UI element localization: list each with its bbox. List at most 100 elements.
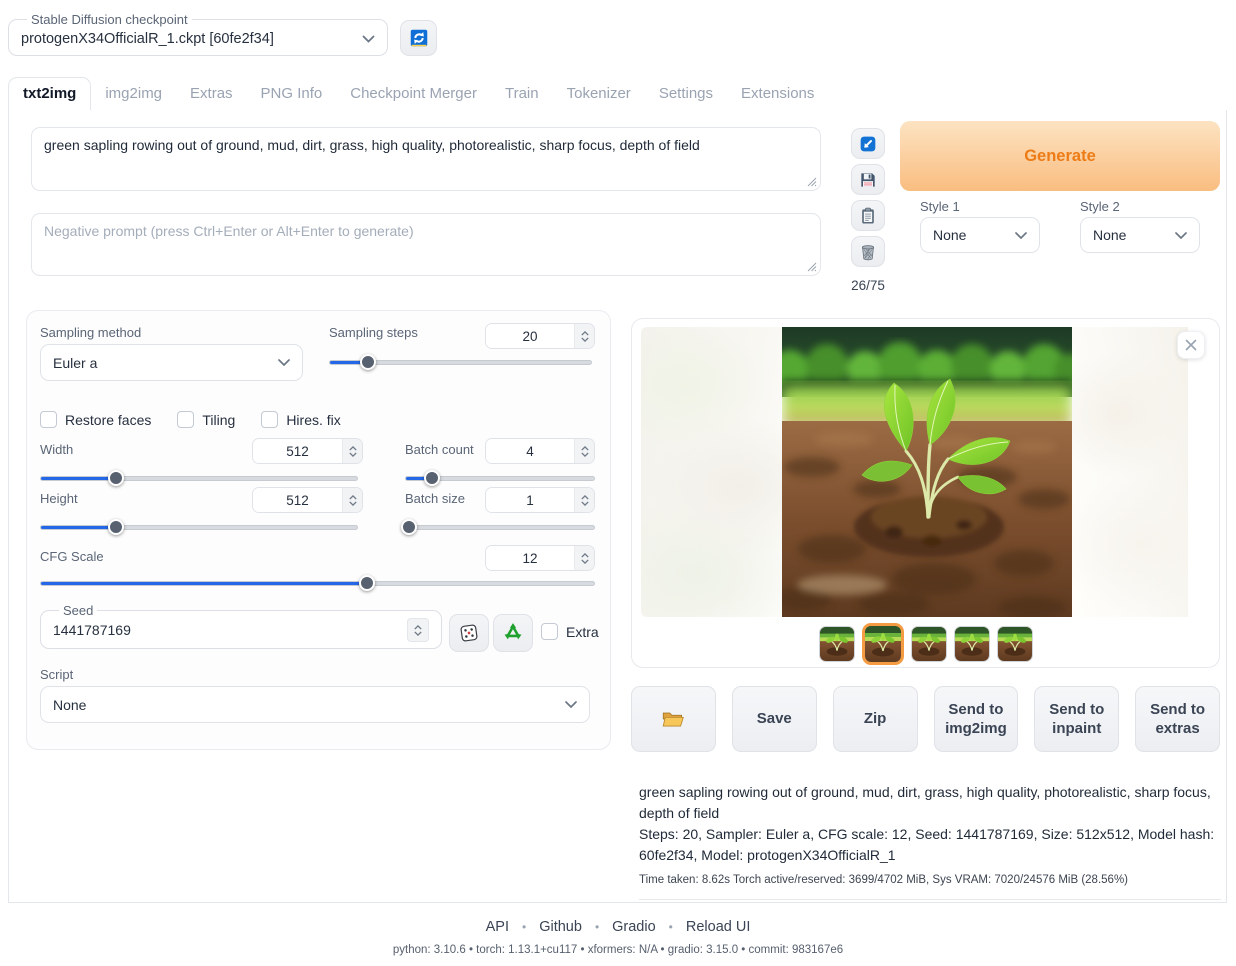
cfg-scale-label: CFG Scale [40, 549, 104, 564]
spinner-down-icon [581, 559, 589, 564]
gallery-thumbnail-5[interactable] [997, 626, 1033, 662]
random-seed-button[interactable] [449, 614, 489, 652]
main-tabs: txt2img img2img Extras PNG Info Checkpoi… [8, 76, 1227, 111]
width-label: Width [40, 442, 73, 457]
gallery-thumbnail-4[interactable] [954, 626, 990, 662]
style1-dropdown[interactable]: None [920, 217, 1040, 253]
script-dropdown[interactable]: None [40, 686, 590, 723]
save-image-button[interactable]: Save [732, 686, 817, 752]
extra-seed-checkbox[interactable]: Extra [541, 623, 599, 640]
cfg-scale-input[interactable] [486, 546, 574, 570]
width-input[interactable] [253, 439, 342, 463]
style1-value: None [933, 227, 966, 243]
chevron-down-icon [278, 359, 290, 366]
batch-size-input[interactable] [486, 488, 574, 512]
checkpoint-selector-group: Stable Diffusion checkpoint protogenX34O… [8, 12, 388, 56]
sampling-method-value: Euler a [53, 355, 97, 371]
batch-count-input[interactable] [486, 439, 574, 463]
send-to-img2img-button[interactable]: Send to img2img [934, 686, 1019, 752]
footer-link-reload-ui[interactable]: Reload UI [686, 919, 750, 935]
tab-img2img[interactable]: img2img [91, 77, 176, 110]
generated-image-sapling[interactable] [782, 327, 1072, 617]
spinner-up-icon [414, 625, 422, 630]
thumbnail-image [865, 626, 901, 662]
token-counter: 26/75 [851, 278, 885, 293]
open-images-folder-button[interactable] [631, 686, 716, 752]
tab-extras[interactable]: Extras [176, 77, 247, 110]
sampling-steps-slider[interactable] [329, 354, 592, 371]
paste-generation-params-button[interactable] [851, 128, 885, 159]
reuse-seed-button[interactable] [493, 614, 533, 652]
style2-dropdown[interactable]: None [1080, 217, 1200, 253]
generation-info-time: Time taken: 8.62s Torch active/reserved:… [639, 872, 1221, 889]
tab-tokenizer[interactable]: Tokenizer [553, 77, 645, 110]
gallery-thumbnail-3[interactable] [911, 626, 947, 662]
batch-count-slider[interactable] [405, 470, 595, 487]
tab-txt2img[interactable]: txt2img [8, 77, 91, 111]
footer-versions: python: 3.10.6 • torch: 1.13.1+cu117 • x… [0, 944, 1236, 956]
batch-size-slider[interactable] [405, 519, 595, 536]
sampling-steps-spinner[interactable] [574, 324, 594, 348]
checkbox-box [261, 411, 278, 428]
spinner-down-icon [349, 452, 357, 457]
seed-spinner[interactable] [407, 618, 429, 642]
tiling-checkbox[interactable]: Tiling [177, 411, 235, 428]
gallery-prev-image-faded[interactable] [641, 327, 782, 617]
send-to-extras-button[interactable]: Send to extras [1135, 686, 1220, 752]
checkpoint-dropdown[interactable]: protogenX34OfficialR_1.ckpt [60fe2f34] [21, 27, 375, 51]
thumbnail-image [955, 627, 989, 661]
negative-prompt-input[interactable] [31, 213, 821, 276]
send-to-inpaint-button[interactable]: Send to inpaint [1034, 686, 1119, 752]
gallery-next-image-faded[interactable] [1072, 327, 1188, 617]
tab-train[interactable]: Train [491, 77, 553, 110]
sampling-steps-input-wrap [485, 323, 595, 349]
apply-style-button[interactable] [851, 200, 885, 231]
save-style-button[interactable] [851, 164, 885, 195]
extra-seed-label: Extra [566, 624, 599, 640]
height-input[interactable] [253, 488, 342, 512]
footer-link-gradio[interactable]: Gradio [612, 919, 656, 935]
generate-button[interactable]: Generate [900, 121, 1220, 191]
footer-link-github[interactable]: Github [539, 919, 582, 935]
spinner-down-icon [581, 501, 589, 506]
tab-extensions[interactable]: Extensions [727, 77, 828, 110]
cfg-scale-spinner[interactable] [574, 546, 594, 570]
checkbox-box [40, 411, 57, 428]
chevron-down-icon [362, 35, 375, 43]
sampling-steps-input[interactable] [486, 324, 574, 348]
prompt-input[interactable]: green sapling rowing out of ground, mud,… [31, 127, 821, 191]
gallery-thumbnail-2-selected[interactable] [862, 623, 904, 665]
generation-info: green sapling rowing out of ground, mud,… [639, 782, 1221, 900]
refresh-checkpoints-button[interactable] [400, 20, 437, 56]
seed-input[interactable] [53, 622, 407, 638]
width-slider[interactable] [40, 470, 358, 487]
generation-params-panel: Sampling method Euler a Sampling steps [26, 310, 611, 750]
spinner-up-icon [581, 495, 589, 500]
clear-prompt-button[interactable] [851, 236, 885, 267]
gallery-thumbnail-1[interactable] [819, 626, 855, 662]
output-gallery [631, 318, 1220, 668]
cfg-scale-slider[interactable] [40, 575, 595, 592]
spinner-up-icon [581, 446, 589, 451]
footer-link-api[interactable]: API [486, 919, 509, 935]
batch-size-spinner[interactable] [574, 488, 594, 512]
width-spinner[interactable] [342, 439, 362, 463]
height-spinner[interactable] [342, 488, 362, 512]
tab-png-info[interactable]: PNG Info [247, 77, 337, 110]
close-icon [1185, 339, 1197, 351]
checkbox-box [541, 623, 558, 640]
hires-fix-checkbox[interactable]: Hires. fix [261, 411, 340, 428]
generation-info-prompt: green sapling rowing out of ground, mud,… [639, 782, 1221, 824]
close-gallery-button[interactable] [1177, 331, 1205, 359]
batch-count-input-wrap [485, 438, 595, 464]
height-slider[interactable] [40, 519, 358, 536]
batch-count-spinner[interactable] [574, 439, 594, 463]
tab-checkpoint-merger[interactable]: Checkpoint Merger [336, 77, 491, 110]
tab-settings[interactable]: Settings [645, 77, 727, 110]
zip-button[interactable]: Zip [833, 686, 918, 752]
hires-fix-label: Hires. fix [286, 412, 340, 428]
chevron-down-icon [565, 701, 577, 708]
restore-faces-checkbox[interactable]: Restore faces [40, 411, 151, 428]
output-actions-row: Save Zip Send to img2img Send to inpaint… [631, 686, 1220, 752]
sampling-method-dropdown[interactable]: Euler a [40, 344, 303, 381]
